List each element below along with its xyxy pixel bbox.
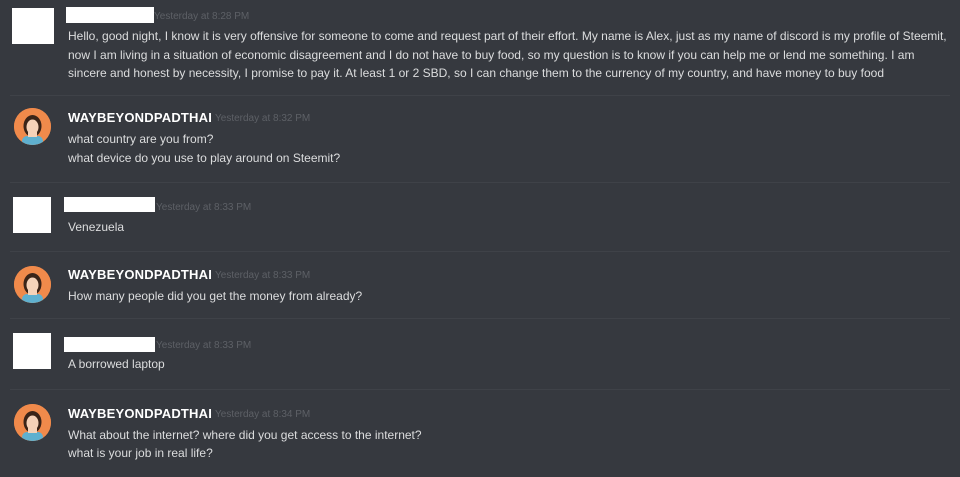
message-text: How many people did you get the money fr… [68,289,363,303]
avatar[interactable] [13,197,51,233]
avatar[interactable] [14,266,51,303]
avatar[interactable] [12,8,54,44]
username-redacted[interactable] [64,197,155,212]
avatar[interactable] [14,108,51,145]
message-author[interactable]: WAYBEYONDPADTHAI [68,110,212,125]
message-text: Hello, good night, I know it is very off… [68,29,947,80]
message-timestamp: Yesterday at 8:33 PM [156,202,252,213]
message-text: Venezuela [68,220,125,234]
message-group: Yesterday at 8:28 PM Hello, good night, … [0,0,960,96]
user-avatar-icon [14,266,51,303]
avatar[interactable] [14,404,51,441]
message-group: WAYBEYONDPADTHAI Yesterday at 8:33 PM Ho… [0,252,960,318]
message-timestamp: Yesterday at 8:33 PM [156,340,252,351]
user-avatar-icon [14,404,51,441]
message-text: What about the internet? where did you g… [68,428,422,442]
message-group: WAYBEYONDPADTHAI Yesterday at 8:34 PM Wh… [0,390,960,477]
user-avatar-icon [14,108,51,145]
message-timestamp: Yesterday at 8:33 PM [215,270,311,281]
message-text: what device do you use to play around on… [68,151,341,165]
avatar[interactable] [13,333,51,369]
message-author[interactable]: WAYBEYONDPADTHAI [68,406,212,421]
username-redacted[interactable] [66,7,154,23]
message-author[interactable]: WAYBEYONDPADTHAI [68,267,212,282]
message-timestamp: Yesterday at 8:28 PM [154,11,250,22]
message-text: A borrowed laptop [68,357,165,371]
message-text: what is your job in real life? [68,446,213,460]
message-timestamp: Yesterday at 8:32 PM [215,113,311,124]
message-group: Yesterday at 8:33 PM A borrowed laptop [0,319,960,389]
message-group: WAYBEYONDPADTHAI Yesterday at 8:32 PM wh… [0,96,960,182]
username-redacted[interactable] [64,337,155,352]
message-timestamp: Yesterday at 8:34 PM [215,409,311,420]
message-text: what country are you from? [68,132,214,146]
message-group: Yesterday at 8:33 PM Venezuela [0,183,960,251]
